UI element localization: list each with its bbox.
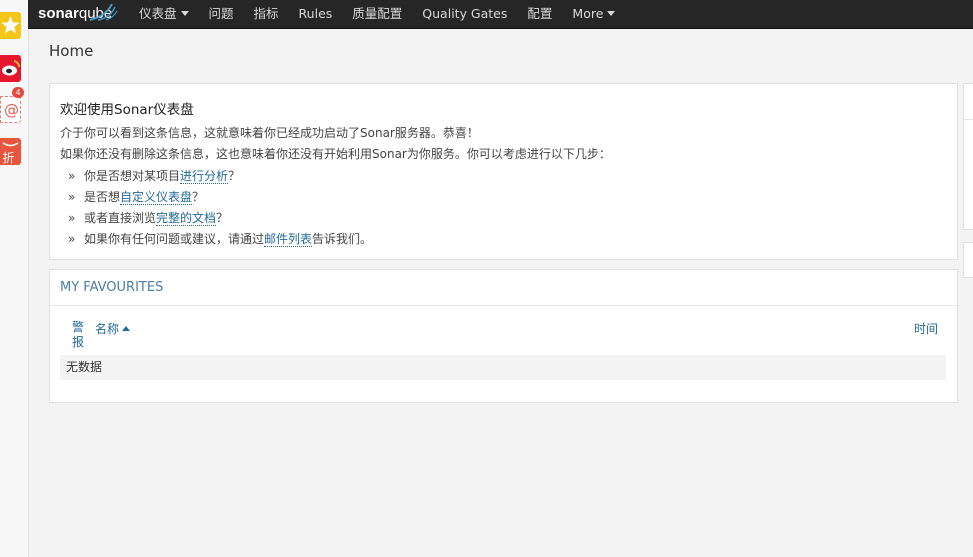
- mailing-list-link[interactable]: 邮件列表: [264, 232, 313, 247]
- right-widget-clipped-2: [963, 242, 973, 278]
- mail-icon[interactable]: @: [0, 96, 21, 123]
- column-header-alert[interactable]: 警报: [72, 320, 86, 350]
- mail-badge: 4: [12, 87, 24, 98]
- svg-text:@: @: [4, 101, 19, 119]
- favorites-star-icon[interactable]: [0, 12, 21, 39]
- list-item: » 是否想自定义仪表盘？: [68, 190, 205, 205]
- favourites-title: MY FAVOURITES: [60, 280, 164, 295]
- documentation-link[interactable]: 完整的文档: [156, 211, 217, 226]
- welcome-line-1: 介于你可以看到这条信息，这就意味着你已经成功启动了Sonar服务器。恭喜！: [60, 126, 479, 140]
- chevron-down-icon: [607, 11, 616, 16]
- chevron-down-icon: [180, 11, 189, 16]
- analyze-project-link[interactable]: 进行分析: [180, 169, 229, 184]
- right-widget-clipped: [963, 83, 973, 230]
- weibo-icon[interactable]: [0, 55, 21, 82]
- svg-text:折: 折: [3, 150, 15, 165]
- list-item: » 如果你有任何问题或建议，请通过邮件列表告诉我们。: [68, 232, 373, 247]
- nav-quality-profiles[interactable]: 质量配置: [342, 0, 412, 28]
- nav-settings[interactable]: 配置: [517, 0, 562, 28]
- table-row: 无数据: [60, 355, 946, 380]
- list-item: » 你是否想对某项目进行分析？: [68, 169, 241, 184]
- nav-rules[interactable]: Rules: [289, 0, 343, 28]
- nav-dashboards[interactable]: 仪表盘: [129, 0, 199, 28]
- sort-ascending-icon: [122, 326, 131, 331]
- sonar-wave-icon: [89, 3, 118, 21]
- page-title: Home: [49, 42, 94, 60]
- empty-message: 无数据: [66, 360, 103, 374]
- top-navbar: sonarqube 仪表盘 问题 指标 Rules 质量配置 Quality G…: [28, 0, 973, 29]
- welcome-steps-list: » 你是否想对某项目进行分析？ » 是否想自定义仪表盘？ » 或者直接浏览完整的文档？…: [68, 166, 372, 250]
- customize-dashboard-link[interactable]: 自定义仪表盘: [120, 190, 193, 205]
- nav-menu: 仪表盘 问题 指标 Rules 质量配置 Quality Gates 配置 Mo…: [129, 0, 625, 28]
- nav-quality-gates[interactable]: Quality Gates: [412, 0, 517, 28]
- welcome-heading: 欢迎使用Sonar仪表盘: [60, 102, 194, 118]
- column-header-name[interactable]: 名称: [95, 320, 131, 337]
- welcome-line-2: 如果你还没有删除这条信息，这也意味着你还没有开始利用Sonar为你服务。你可以考…: [60, 147, 611, 161]
- nav-measures[interactable]: 指标: [244, 0, 289, 28]
- list-item: » 或者直接浏览完整的文档？: [68, 211, 229, 226]
- nav-more[interactable]: More: [562, 0, 625, 28]
- left-dock: @ 4 折: [0, 0, 29, 557]
- nav-issues[interactable]: 问题: [199, 0, 244, 28]
- discount-icon[interactable]: 折: [0, 138, 21, 165]
- favourites-widget: MY FAVOURITES 警报 名称 时间 无数据: [49, 269, 958, 403]
- column-header-time[interactable]: 时间: [914, 320, 938, 337]
- welcome-widget: 欢迎使用Sonar仪表盘 介于你可以看到这条信息，这就意味着你已经成功启动了So…: [49, 83, 958, 260]
- favourites-header: MY FAVOURITES: [50, 270, 957, 306]
